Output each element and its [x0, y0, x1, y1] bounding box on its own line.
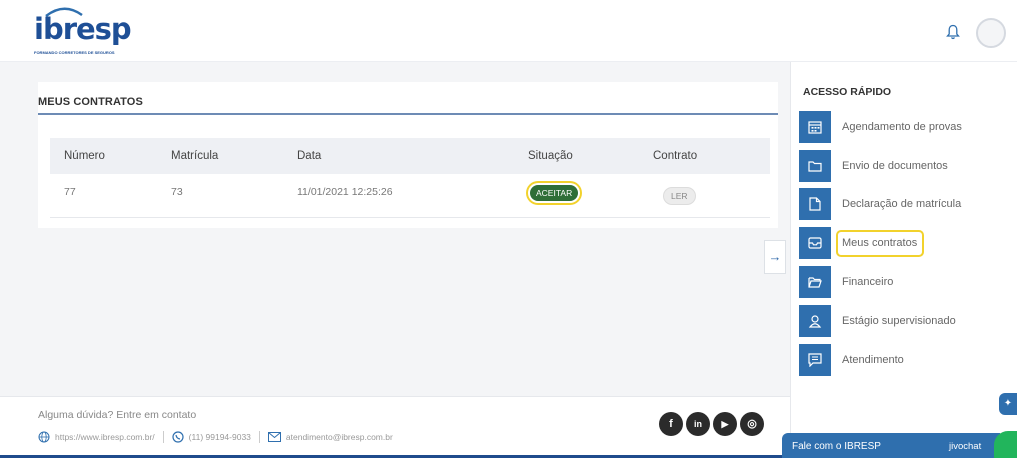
folder-open-icon: [799, 266, 831, 298]
ibresp-logo[interactable]: ibresp FORMANDO CORRETORES DE SEGUROS: [34, 7, 132, 58]
linkedin-icon[interactable]: in: [686, 412, 710, 436]
inbox-icon: [799, 227, 831, 259]
bell-icon[interactable]: [946, 24, 960, 40]
read-contract-button[interactable]: LER: [663, 187, 696, 205]
mail-icon: [267, 432, 281, 442]
user-avatar[interactable]: [976, 18, 1006, 48]
quick-access-label: Financeiro: [842, 276, 894, 288]
sidebar-toggle-button[interactable]: →: [764, 240, 786, 274]
column-header-data: Data: [297, 150, 322, 162]
whatsapp-icon: [172, 431, 184, 443]
quick-access-label: Agendamento de provas: [842, 121, 962, 133]
divider: [258, 431, 260, 443]
quick-access-label: Estágio supervisionado: [842, 315, 956, 327]
highlight-box: [836, 230, 924, 257]
table-header: Número Matrícula Data Situação Contrato: [50, 138, 770, 174]
main-content: MEUS CONTRATOS Número Matrícula Data Sit…: [0, 62, 790, 396]
footer-website-link[interactable]: https://www.ibresp.com.br/: [55, 432, 155, 442]
calendar-icon: [799, 111, 831, 143]
footer-phone-link[interactable]: (11) 99194-9033: [189, 432, 251, 442]
quick-access-item-declaracao[interactable]: Declaração de matrícula: [799, 188, 1017, 220]
cell-numero: 77: [64, 186, 76, 198]
cell-data: 11/01/2021 12:25:26: [297, 186, 393, 198]
quick-access-label: Atendimento: [842, 354, 904, 366]
column-header-numero: Número: [64, 150, 105, 162]
chat-widget[interactable]: Fale com o IBRESP jivochat: [782, 433, 1000, 458]
accept-button[interactable]: ACEITAR: [530, 185, 579, 201]
quick-access-item-meus-contratos[interactable]: Meus contratos: [799, 227, 1017, 259]
chat-status-indicator[interactable]: [994, 431, 1017, 458]
help-widget-icon[interactable]: ✦: [999, 393, 1017, 415]
footer: Alguma dúvida? Entre em contato https://…: [0, 396, 790, 458]
column-header-matricula: Matrícula: [171, 150, 219, 162]
facebook-icon[interactable]: f: [659, 412, 683, 436]
contracts-card: MEUS CONTRATOS Número Matrícula Data Sit…: [38, 82, 778, 228]
instagram-icon[interactable]: ◎: [740, 412, 764, 436]
quick-access-label: Envio de documentos: [842, 160, 948, 172]
quick-access-title: ACESSO RÁPIDO: [803, 86, 892, 98]
contracts-title: MEUS CONTRATOS: [38, 96, 143, 108]
title-underline: [38, 113, 778, 115]
quick-access-item-envio-documentos[interactable]: Envio de documentos: [799, 150, 1017, 182]
cell-matricula: 73: [171, 186, 183, 198]
quick-access-label: Declaração de matrícula: [842, 198, 962, 210]
column-header-situacao: Situação: [528, 150, 573, 162]
folder-icon: [799, 150, 831, 182]
youtube-icon[interactable]: ▶: [713, 412, 737, 436]
logo-tagline: FORMANDO CORRETORES DE SEGUROS: [34, 50, 115, 55]
logo-wordmark: ibresp: [34, 12, 132, 46]
footer-email-link[interactable]: atendimento@ibresp.com.br: [286, 432, 393, 442]
arrow-right-icon: →: [768, 249, 782, 264]
quick-access-item-agendamento[interactable]: Agendamento de provas: [799, 111, 1017, 143]
quick-access-item-estagio[interactable]: Estágio supervisionado: [799, 305, 1017, 337]
top-header: ibresp FORMANDO CORRETORES DE SEGUROS: [0, 0, 1017, 62]
document-icon: [799, 188, 831, 220]
quick-access-item-financeiro[interactable]: Financeiro: [799, 266, 1017, 298]
footer-contact-links: https://www.ibresp.com.br/ (11) 99194-90…: [38, 430, 393, 444]
user-icon: [799, 305, 831, 337]
quick-access-item-atendimento[interactable]: Atendimento: [799, 344, 1017, 376]
divider: [162, 431, 164, 443]
chat-label: Fale com o IBRESP: [792, 441, 881, 452]
chat-brand: jivochat: [949, 441, 982, 452]
column-header-contrato: Contrato: [653, 150, 698, 162]
quick-access-sidebar: ACESSO RÁPIDO Agendamento de provas Envi…: [790, 62, 1017, 458]
footer-question: Alguma dúvida? Entre em contato: [38, 409, 197, 421]
globe-icon: [38, 431, 50, 443]
chat-icon: [799, 344, 831, 376]
table-row: 77 73 11/01/2021 12:25:26 ACEITAR LER: [50, 174, 770, 218]
